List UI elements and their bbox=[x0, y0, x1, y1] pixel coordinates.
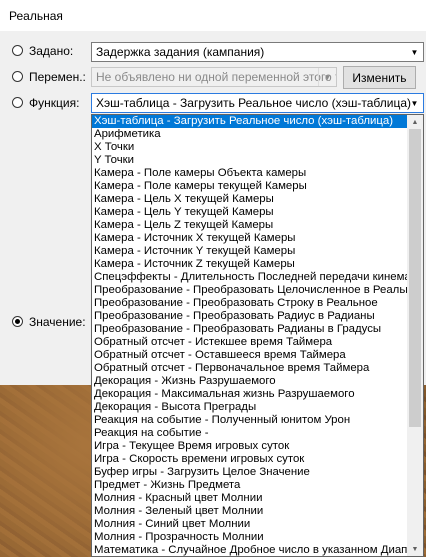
variable-label: Перемен.: bbox=[29, 70, 86, 84]
dropdown-item[interactable]: Обратный отсчет - Первоначальное время Т… bbox=[92, 362, 407, 375]
dropdown-item[interactable]: Камера - Поле камеры Объекта камеры bbox=[92, 167, 407, 180]
dropdown-item[interactable]: Арифметика bbox=[92, 128, 407, 141]
change-button[interactable]: Изменить bbox=[343, 66, 416, 89]
dropdown-item[interactable]: Хэш-таблица - Загрузить Реальное число (… bbox=[92, 115, 407, 128]
chevron-down-icon[interactable]: ▼ bbox=[406, 94, 423, 112]
dropdown-item[interactable]: Декорация - Высота Преграды bbox=[92, 401, 407, 414]
change-button-label: Изменить bbox=[352, 70, 407, 85]
window-title: Реальная bbox=[9, 9, 63, 23]
dropdown-item[interactable]: Математика - Случайное Дробное число в у… bbox=[92, 544, 407, 556]
vertical-scrollbar[interactable]: ▲ ▼ bbox=[407, 115, 423, 556]
dropdown-item[interactable]: Преобразование - Преобразовать Целочисле… bbox=[92, 284, 407, 297]
dropdown-item[interactable]: Предмет - Жизнь Предмета bbox=[92, 479, 407, 492]
dropdown-item[interactable]: Декорация - Максимальная жизнь Разрушаем… bbox=[92, 388, 407, 401]
function-dropdown-list[interactable]: Хэш-таблица - Загрузить Реальное число (… bbox=[91, 114, 424, 557]
dropdown-item[interactable]: Камера - Поле камеры текущей Камеры bbox=[92, 180, 407, 193]
variable-combobox[interactable]: Не объявлено ни одной переменной этого т… bbox=[91, 67, 337, 87]
title-bar: Реальная bbox=[0, 0, 426, 31]
dropdown-item[interactable]: Преобразование - Преобразовать Радиус в … bbox=[92, 310, 407, 323]
radio-function[interactable] bbox=[12, 97, 23, 108]
scrollbar-thumb[interactable] bbox=[409, 129, 421, 427]
radio-variable[interactable] bbox=[12, 71, 23, 82]
function-combobox[interactable]: Хэш-таблица - Загрузить Реальное число (… bbox=[91, 93, 424, 113]
dropdown-item[interactable]: Молния - Зеленый цвет Молнии bbox=[92, 505, 407, 518]
dropdown-item[interactable]: Молния - Синий цвет Молнии bbox=[92, 518, 407, 531]
variable-value: Не объявлено ни одной переменной этого т… bbox=[96, 70, 337, 84]
scroll-up-arrow-icon[interactable]: ▲ bbox=[407, 115, 423, 129]
dropdown-item[interactable]: Буфер игры - Загрузить Целое Значение bbox=[92, 466, 407, 479]
dropdown-item[interactable]: Камера - Источник X текущей Камеры bbox=[92, 232, 407, 245]
dropdown-item[interactable]: Спецэффекты - Длительность Последней пер… bbox=[92, 271, 407, 284]
value-label: Значение: bbox=[29, 315, 86, 329]
dropdown-item[interactable]: Молния - Красный цвет Молнии bbox=[92, 492, 407, 505]
preset-label: Задано: bbox=[29, 44, 74, 58]
preset-value: Задержка задания (кампания) bbox=[96, 45, 265, 59]
dropdown-item[interactable]: Игра - Текущее Время игровых суток bbox=[92, 440, 407, 453]
dropdown-item[interactable]: Камера - Цель Z текущей Камеры bbox=[92, 219, 407, 232]
chevron-down-icon[interactable]: ▼ bbox=[318, 68, 336, 86]
chevron-down-icon[interactable]: ▼ bbox=[406, 43, 423, 61]
dropdown-item[interactable]: Преобразование - Преобразовать Строку в … bbox=[92, 297, 407, 310]
dropdown-item[interactable]: Игра - Скорость времени игровых суток bbox=[92, 453, 407, 466]
radio-value[interactable] bbox=[12, 316, 23, 327]
function-label: Функция: bbox=[29, 96, 80, 110]
dropdown-item[interactable]: Молния - Прозрачность Молнии bbox=[92, 531, 407, 544]
function-value: Хэш-таблица - Загрузить Реальное число (… bbox=[96, 96, 412, 110]
dropdown-item[interactable]: Y Точки bbox=[92, 154, 407, 167]
dropdown-item[interactable]: Преобразование - Преобразовать Радианы в… bbox=[92, 323, 407, 336]
dropdown-item[interactable]: Камера - Цель X текущей Камеры bbox=[92, 193, 407, 206]
dropdown-item[interactable]: Обратный отсчет - Оставшееся время Тайме… bbox=[92, 349, 407, 362]
dropdown-item[interactable]: Декорация - Жизнь Разрушаемого bbox=[92, 375, 407, 388]
dropdown-items: Хэш-таблица - Загрузить Реальное число (… bbox=[92, 115, 423, 556]
scroll-down-arrow-icon[interactable]: ▼ bbox=[407, 542, 423, 556]
dropdown-item[interactable]: Камера - Цель Y текущей Камеры bbox=[92, 206, 407, 219]
dropdown-item[interactable]: Камера - Источник Z текущей Камеры bbox=[92, 258, 407, 271]
dropdown-item[interactable]: Реакция на событие - Полученный юнитом У… bbox=[92, 414, 407, 427]
radio-preset[interactable] bbox=[12, 45, 23, 56]
dropdown-item[interactable]: Реакция на событие - bbox=[92, 427, 407, 440]
preset-combobox[interactable]: Задержка задания (кампания) ▼ bbox=[91, 42, 424, 62]
dropdown-item[interactable]: Камера - Источник Y текущей Камеры bbox=[92, 245, 407, 258]
dropdown-item[interactable]: X Точки bbox=[92, 141, 407, 154]
dropdown-item[interactable]: Обратный отсчет - Истекшее время Таймера bbox=[92, 336, 407, 349]
